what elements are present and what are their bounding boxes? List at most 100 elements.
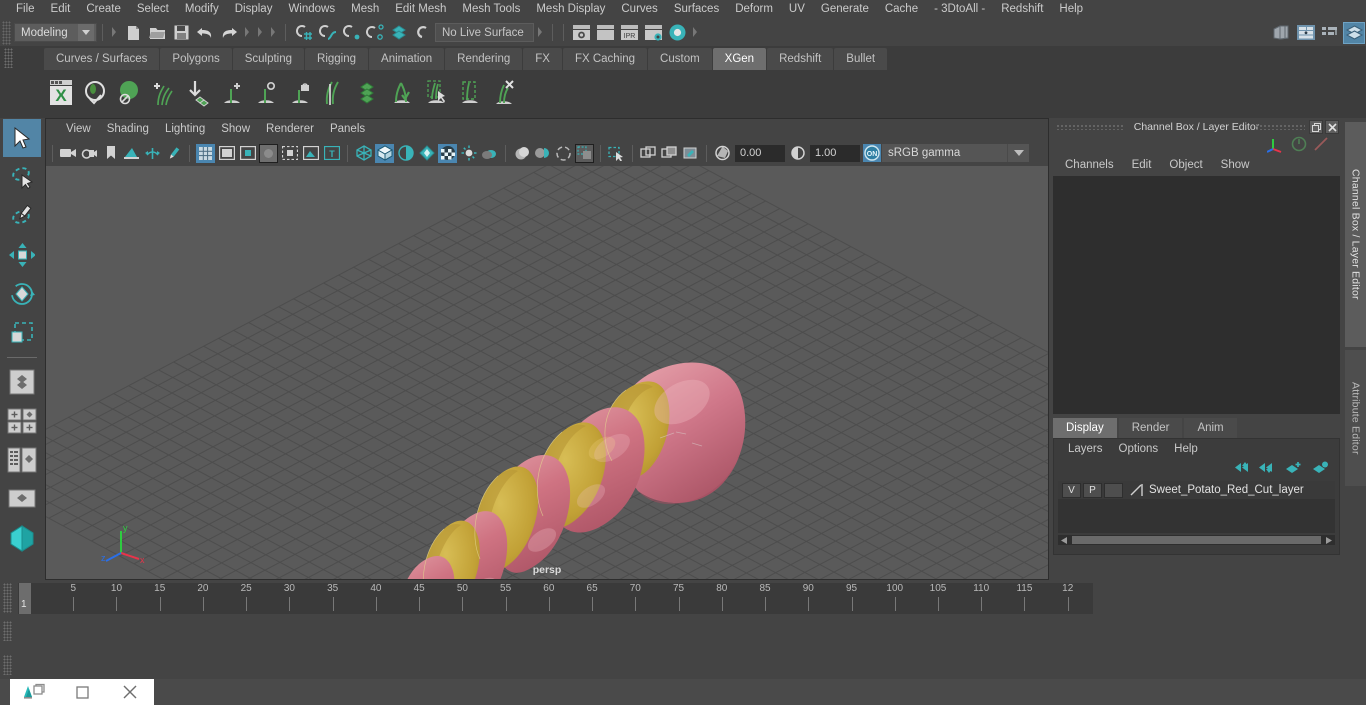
exposure-icon[interactable]	[713, 144, 732, 163]
menu-item-select[interactable]: Select	[129, 0, 177, 19]
layer-playback-toggle[interactable]: P	[1083, 482, 1102, 498]
vtab-channel-box-layer-editor[interactable]: Channel Box / Layer Editor	[1345, 122, 1366, 347]
viewport-menu-view[interactable]: View	[58, 119, 99, 140]
scale-tool[interactable]	[3, 314, 41, 352]
layer-menu-layers[interactable]: Layers	[1060, 443, 1111, 455]
layer-tab-render[interactable]: Render	[1118, 418, 1183, 438]
layer-shading-toggle[interactable]	[1104, 482, 1123, 498]
ipr-render-icon[interactable]: IPR	[618, 22, 640, 44]
channel-box-menu-channels[interactable]: Channels	[1056, 159, 1123, 171]
xray-joints-icon[interactable]	[639, 144, 658, 163]
viewport-menu-panels[interactable]: Panels	[322, 119, 373, 140]
xgen-comb-icon[interactable]	[316, 73, 350, 113]
shelf-tab-redshift[interactable]: Redshift	[767, 48, 834, 70]
command-line-grip[interactable]	[3, 655, 12, 675]
xgen-editor-icon[interactable]: X	[44, 73, 78, 113]
menu-item-3dtoall[interactable]: - 3DtoAll -	[926, 0, 993, 19]
bookmark-camera-icon[interactable]	[80, 144, 99, 163]
snap-to-projected-center-icon[interactable]	[364, 22, 386, 44]
ao-icon[interactable]	[512, 144, 531, 163]
hypershade-icon[interactable]	[666, 22, 688, 44]
grid-snap-icon[interactable]	[681, 144, 700, 163]
menu-item-file[interactable]: File	[8, 0, 43, 19]
time-slider-current-frame-cursor[interactable]: 1	[19, 583, 31, 614]
viewport-menu-shading[interactable]: Shading	[99, 119, 157, 140]
layer-row[interactable]: V P Sweet_Potato_Red_Cut_layer	[1058, 481, 1335, 499]
collapse-arrow-5[interactable]	[536, 23, 545, 42]
snap-to-grid-icon[interactable]	[292, 22, 314, 44]
collapse-arrow-4[interactable]	[269, 23, 278, 42]
time-slider-track[interactable]: 5 10 15 20 25 30 35 40 45 50 55 60 65 70 75 80 85 90 95 100…	[18, 583, 1093, 614]
bookmark-icon[interactable]	[101, 144, 120, 163]
layer-color-swatch-icon[interactable]	[1128, 482, 1144, 498]
xgen-add-guide-icon[interactable]	[214, 73, 248, 113]
move-layer-down-icon[interactable]	[1259, 461, 1275, 477]
menu-item-mesh-display[interactable]: Mesh Display	[528, 0, 613, 19]
layer-tab-display[interactable]: Display	[1053, 418, 1117, 438]
xgen-select-guide-icon[interactable]	[418, 73, 452, 113]
color-management-icon[interactable]: ON	[863, 144, 881, 162]
viewport-3d-canvas[interactable]: y x z persp	[46, 166, 1048, 579]
render-settings-icon[interactable]	[642, 22, 664, 44]
layer-tab-anim[interactable]: Anim	[1184, 418, 1237, 438]
xgen-clump-icon[interactable]	[384, 73, 418, 113]
quick-layout-four[interactable]	[3, 402, 41, 440]
2d-pan-zoom-icon[interactable]	[143, 144, 162, 163]
scrollbar-thumb[interactable]	[1072, 536, 1321, 544]
shelf-tab-polygons[interactable]: Polygons	[160, 48, 232, 70]
shadows-icon[interactable]	[480, 144, 499, 163]
color-space-field[interactable]: sRGB gamma	[882, 144, 1007, 162]
isolate-select-icon[interactable]	[575, 143, 594, 163]
new-scene-icon[interactable]	[122, 22, 144, 44]
make-live-icon[interactable]	[412, 22, 434, 44]
vtab-attribute-editor[interactable]: Attribute Editor	[1345, 350, 1366, 486]
grease-pencil-icon[interactable]	[164, 144, 183, 163]
channel-box-content[interactable]	[1053, 176, 1340, 414]
menu-item-generate[interactable]: Generate	[813, 0, 877, 19]
resolution-gate-icon[interactable]	[238, 144, 257, 163]
move-tool[interactable]	[3, 236, 41, 274]
gamma-field[interactable]: 1.00	[810, 144, 860, 162]
lighting-icon[interactable]	[459, 144, 478, 163]
show-hide-editors-icon[interactable]	[1271, 22, 1293, 44]
menu-item-help[interactable]: Help	[1051, 0, 1091, 19]
layer-name[interactable]: Sweet_Potato_Red_Cut_layer	[1149, 484, 1304, 496]
render-current-frame-icon[interactable]	[570, 22, 592, 44]
shelf-tab-xgen[interactable]: XGen	[712, 48, 767, 70]
xray-active-components-icon[interactable]	[660, 144, 679, 163]
layer-visibility-toggle[interactable]: V	[1062, 482, 1081, 498]
layer-list[interactable]: V P Sweet_Potato_Red_Cut_layer	[1058, 481, 1335, 533]
menu-item-modify[interactable]: Modify	[177, 0, 227, 19]
color-space-dropdown-arrow[interactable]	[1007, 144, 1029, 162]
menu-item-edit[interactable]: Edit	[43, 0, 79, 19]
close-window-icon[interactable]	[106, 679, 154, 705]
channel-box-menu-edit[interactable]: Edit	[1123, 159, 1161, 171]
redo-icon[interactable]	[218, 22, 240, 44]
shelf-tab-sculpting[interactable]: Sculpting	[232, 48, 305, 70]
gamma-icon[interactable]	[788, 144, 807, 163]
menu-set-selector[interactable]: Modeling	[14, 23, 97, 42]
shelf-grip[interactable]	[4, 48, 13, 68]
shelf-tab-custom[interactable]: Custom	[648, 48, 712, 70]
safe-action-icon[interactable]	[301, 144, 320, 163]
paint-select-tool[interactable]	[3, 197, 41, 235]
create-layer-from-selected-icon[interactable]	[1312, 461, 1329, 477]
undock-panel-icon[interactable]	[1309, 120, 1323, 134]
status-line-grip[interactable]	[2, 20, 11, 45]
collapse-arrow-1[interactable]	[110, 23, 119, 42]
channel-box-menu-show[interactable]: Show	[1212, 159, 1259, 171]
xray-icon[interactable]	[607, 144, 626, 163]
quick-layout-single[interactable]	[3, 363, 41, 401]
menu-item-surfaces[interactable]: Surfaces	[666, 0, 727, 19]
shelf-tab-fx-caching[interactable]: FX Caching	[562, 48, 648, 70]
render-sequence-icon[interactable]	[594, 22, 616, 44]
xgen-density-icon[interactable]	[350, 73, 384, 113]
text-overlay-icon[interactable]: T	[322, 144, 341, 163]
shaded-wireframe-icon[interactable]	[396, 144, 415, 163]
show-hide-channel-box-icon[interactable]	[1295, 22, 1317, 44]
chevron-down-icon[interactable]	[78, 24, 94, 41]
viewport-menu-show[interactable]: Show	[213, 119, 258, 140]
xgen-delete-guide-icon[interactable]	[486, 73, 520, 113]
range-slider-grip[interactable]	[3, 621, 12, 641]
xgen-lock-guide-icon[interactable]	[282, 73, 316, 113]
